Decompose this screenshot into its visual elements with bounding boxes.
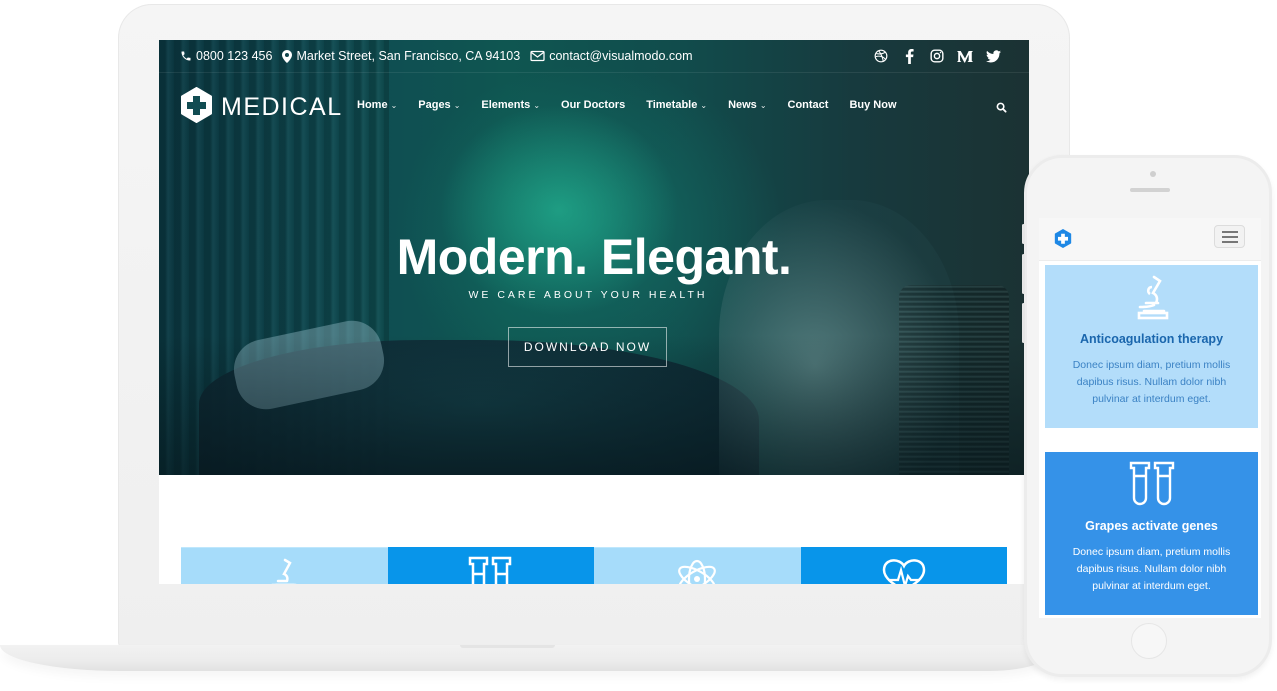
- contact-phone[interactable]: 0800 123 456: [180, 49, 272, 63]
- laptop-base: [0, 645, 1060, 671]
- device-mockup-stage: 0800 123 456 Market Street, San Francisc…: [0, 0, 1277, 691]
- contact-info: 0800 123 456 Market Street, San Francisc…: [180, 49, 693, 63]
- phone-frame: Anticoagulation therapy Donec ipsum diam…: [1022, 155, 1272, 677]
- feature-tile-test-tubes[interactable]: [387, 547, 594, 584]
- chevron-down-icon: ⌄: [533, 100, 541, 110]
- hamburger-icon-line: [1221, 235, 1238, 238]
- medical-cross-hexagon-icon: [180, 87, 213, 128]
- brand-name: MEDICAL: [221, 93, 343, 121]
- hamburger-icon-line: [1221, 230, 1238, 233]
- heart-pulse-icon: [880, 556, 928, 584]
- nav-item-buy-now[interactable]: Buy Now: [849, 99, 896, 111]
- phone-screen: Anticoagulation therapy Donec ipsum diam…: [1039, 218, 1261, 618]
- hero-subtitle: WE CARE ABOUT YOUR HEALTH: [468, 289, 708, 301]
- nav-item-timetable[interactable]: Timetable ⌄: [646, 99, 707, 111]
- chevron-down-icon: ⌄: [700, 100, 708, 110]
- hero-title: Modern. Elegant.: [396, 229, 792, 285]
- test-tubes-icon: [467, 556, 515, 584]
- mobile-card-text: Donec ipsum diam, pretium mollis dapibus…: [1072, 359, 1231, 405]
- nav-label: Elements: [481, 99, 531, 111]
- facebook-icon[interactable]: [901, 48, 917, 64]
- feature-tile-heart-pulse[interactable]: [800, 547, 1007, 584]
- nav-label: News: [728, 99, 757, 111]
- map-marker-icon: [282, 49, 293, 63]
- download-now-button[interactable]: DOWNLOAD NOW: [508, 327, 667, 367]
- phone-speaker: [1130, 188, 1170, 192]
- twitter-icon[interactable]: [985, 48, 1001, 64]
- mobile-header: [1039, 218, 1261, 261]
- nav-item-elements[interactable]: Elements ⌄: [481, 99, 540, 111]
- nav-item-home[interactable]: Home ⌄: [357, 99, 397, 111]
- hamburger-icon-line: [1221, 240, 1238, 243]
- phone-mute-button: [1022, 224, 1025, 244]
- email-text: contact@visualmodo.com: [549, 49, 693, 63]
- laptop-screen: 0800 123 456 Market Street, San Francisc…: [159, 40, 1029, 584]
- mobile-card-text: Donec ipsum diam, pretium mollis dapibus…: [1072, 546, 1231, 592]
- nav-label: Pages: [418, 99, 451, 111]
- phone-volume-down-button: [1022, 303, 1025, 343]
- phone-number: 0800 123 456: [196, 49, 273, 63]
- phone-camera: [1150, 171, 1156, 177]
- search-icon: [996, 100, 1007, 117]
- chevron-down-icon: ⌄: [453, 100, 461, 110]
- nav-item-contact[interactable]: Contact: [788, 99, 829, 111]
- nav-item-our-doctors[interactable]: Our Doctors: [561, 99, 625, 111]
- nav-label: Home: [357, 99, 388, 111]
- main-navbar: MEDICAL Home ⌄ Pages ⌄ Elements ⌄ Our Docto…: [159, 73, 1029, 139]
- feature-strip: [181, 547, 1007, 584]
- nav-label: Timetable: [646, 99, 698, 111]
- top-contact-bar: 0800 123 456 Market Street, San Francisc…: [159, 40, 1029, 73]
- phone-icon: [180, 50, 192, 62]
- hero-section: 0800 123 456 Market Street, San Francisc…: [159, 40, 1029, 475]
- search-button[interactable]: [996, 100, 1007, 118]
- mobile-logo-icon[interactable]: [1054, 229, 1072, 253]
- hamburger-menu-button[interactable]: [1214, 225, 1245, 248]
- nav-label: Contact: [787, 99, 829, 111]
- mobile-feature-card[interactable]: Grapes activate genes Donec ipsum diam, …: [1045, 452, 1258, 615]
- nav-label: Our Doctors: [561, 99, 626, 111]
- nav-menu: Home ⌄ Pages ⌄ Elements ⌄ Our Doctors Timet…: [357, 99, 918, 111]
- chevron-down-icon: ⌄: [390, 100, 398, 110]
- nav-item-news[interactable]: News ⌄: [728, 99, 766, 111]
- instagram-icon[interactable]: [929, 48, 945, 64]
- phone-home-button[interactable]: [1131, 623, 1167, 659]
- microscope-icon: [1134, 273, 1170, 326]
- medium-icon[interactable]: [957, 48, 973, 64]
- laptop-notch: [460, 645, 555, 648]
- social-links: [873, 48, 1001, 64]
- nav-label: Buy Now: [849, 99, 897, 111]
- test-tubes-icon: [1128, 460, 1176, 515]
- site-logo[interactable]: MEDICAL: [180, 87, 343, 128]
- microscope-icon: [267, 557, 301, 584]
- contact-email[interactable]: contact@visualmodo.com: [530, 49, 693, 63]
- mobile-feature-card[interactable]: Anticoagulation therapy Donec ipsum diam…: [1045, 265, 1258, 428]
- contact-address: Market Street, San Francisco, CA 94103: [282, 49, 520, 63]
- address-text: Market Street, San Francisco, CA 94103: [296, 49, 521, 63]
- chevron-down-icon: ⌄: [759, 100, 767, 110]
- feature-tile-atom[interactable]: [594, 547, 801, 584]
- phone-volume-up-button: [1022, 254, 1025, 294]
- mobile-card-title: Grapes activate genes: [1085, 519, 1218, 533]
- envelope-icon: [530, 50, 545, 62]
- atom-icon: [675, 557, 719, 584]
- dribbble-icon[interactable]: [873, 48, 889, 64]
- feature-tile-microscope[interactable]: [181, 547, 388, 584]
- mobile-card-title: Anticoagulation therapy: [1079, 332, 1224, 346]
- nav-item-pages[interactable]: Pages ⌄: [418, 99, 460, 111]
